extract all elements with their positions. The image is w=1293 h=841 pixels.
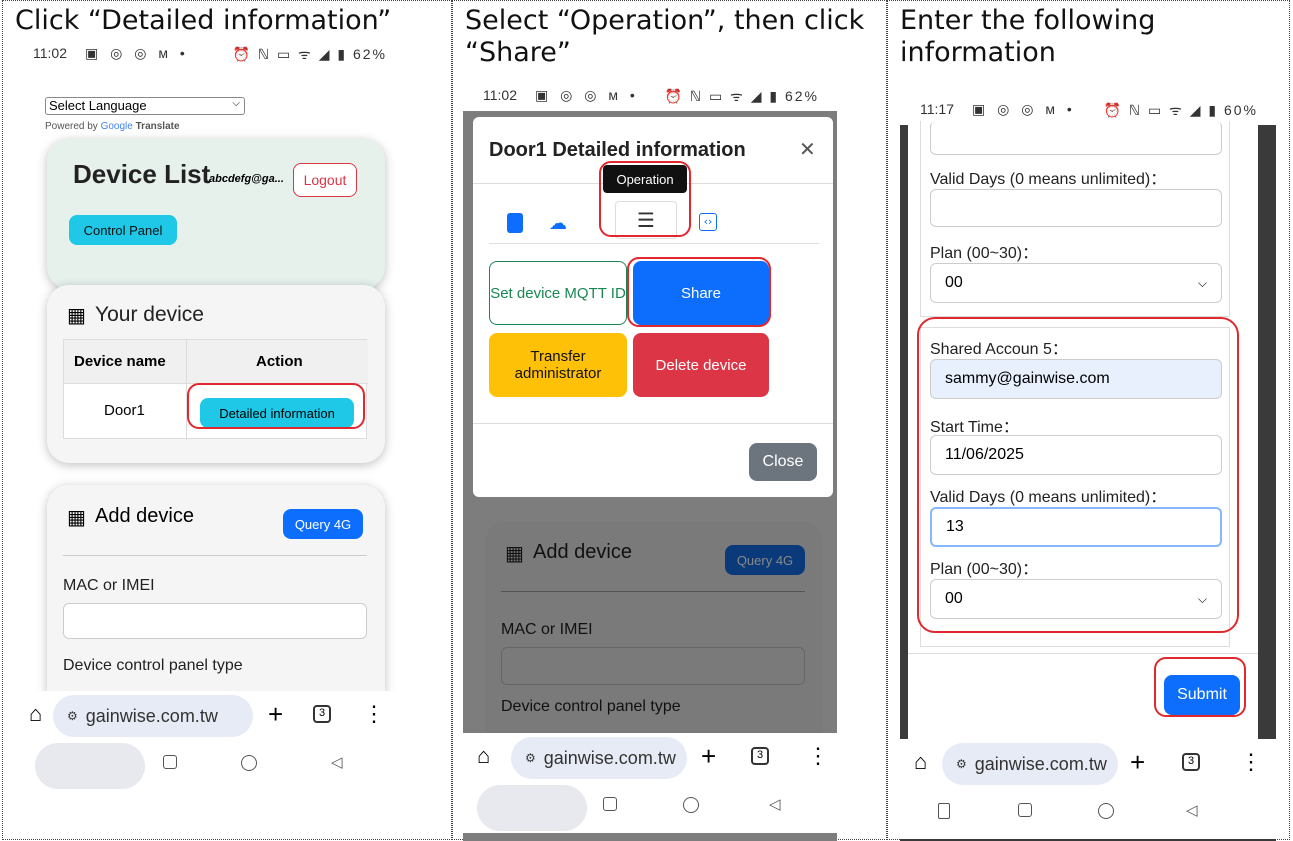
- back-icon[interactable]: ◁: [331, 753, 343, 771]
- phone-1: 11:02 ▣ ◎ ◎ ᴍ • ⏰ ℕ ▭ ᯤ ◢ ▮ 62% Select L…: [13, 39, 405, 839]
- address-bar[interactable]: ⚙ gainwise.com.tw: [942, 743, 1118, 785]
- clipboard-icon[interactable]: [507, 213, 523, 233]
- panel-1: Click “Detailed information” 11:02 ▣ ◎ ◎…: [2, 0, 452, 840]
- site-settings-icon[interactable]: ⚙: [67, 709, 78, 723]
- type-label: Device control panel type: [501, 698, 681, 715]
- control-panel-button[interactable]: Control Panel: [69, 215, 177, 245]
- device-list-card: Device List abcdefg@ga... Logout Control…: [47, 139, 385, 289]
- system-nav: ◁: [13, 741, 405, 791]
- prev-input[interactable]: [930, 121, 1222, 155]
- close-icon[interactable]: ✕: [799, 137, 816, 161]
- status-bar: 11:02 ▣ ◎ ◎ ᴍ • ⏰ ℕ ▭ ᯤ ◢ ▮ 62%: [463, 81, 837, 111]
- add-device-title: Add device: [95, 505, 194, 527]
- highlight-share: [627, 257, 771, 327]
- your-device-title: Your device: [95, 303, 204, 326]
- caption-1: Click “Detailed information”: [15, 5, 392, 36]
- browser-bar: ⌂ ⚙ gainwise.com.tw + 3 ⋮: [13, 691, 405, 741]
- home-circle-icon[interactable]: [1098, 803, 1114, 819]
- phone-2: 11:02 ▣ ◎ ◎ ᴍ • ⏰ ℕ ▭ ᯤ ◢ ▮ 62% ▦ Add de…: [463, 81, 837, 841]
- caption-3: Enter the following information: [900, 5, 1156, 68]
- panel-2: Select “Operation”, then click “Share” 1…: [452, 0, 887, 841]
- add-device-card: ▦ Add device Query 4G MAC or IMEI Device…: [47, 485, 385, 725]
- more-menu-icon[interactable]: ⋮: [1240, 749, 1262, 775]
- phone-3: 11:17 ▣ ◎ ◎ ᴍ • ⏰ ℕ ▭ ᯤ ◢ ▮ 60% Valid Da…: [900, 95, 1276, 841]
- url-text: gainwise.com.tw: [543, 747, 676, 768]
- overview-icon[interactable]: [603, 797, 617, 811]
- valid-days-input-top[interactable]: [930, 189, 1222, 227]
- device-name-cell: Door1: [104, 402, 145, 419]
- add-device-icon: ▦: [67, 505, 86, 529]
- user-email: abcdefg@ga...: [209, 173, 284, 185]
- plan-select-top[interactable]: 00 ⌵: [930, 263, 1222, 303]
- close-button[interactable]: Close: [749, 443, 817, 481]
- add-device-card-dimmed: ▦ Add device Query 4G MAC or IMEI: [485, 521, 823, 761]
- delete-device-button[interactable]: Delete device: [633, 333, 769, 397]
- modal-title: Door1 Detailed information: [489, 139, 746, 161]
- code-icon[interactable]: ‹›: [699, 213, 717, 231]
- query-4g-button[interactable]: Query 4G: [725, 545, 805, 575]
- overview-icon[interactable]: [1018, 803, 1032, 817]
- tab-count[interactable]: 3: [751, 747, 769, 765]
- url-text: gainwise.com.tw: [974, 753, 1107, 774]
- back-icon[interactable]: ◁: [1186, 801, 1198, 819]
- powered-by: Powered by Google Translate: [45, 121, 180, 132]
- highlight-detail: [187, 383, 365, 429]
- new-tab-icon[interactable]: +: [268, 699, 283, 730]
- query-4g-button[interactable]: Query 4G: [283, 509, 363, 539]
- mac-label: MAC or IMEI: [63, 577, 155, 594]
- plan-label: Plan (00~30)：: [930, 245, 1039, 262]
- recents-pill[interactable]: [477, 785, 587, 831]
- panel-3: Enter the following information 11:17 ▣ …: [887, 0, 1290, 841]
- status-bar: 11:02 ▣ ◎ ◎ ᴍ • ⏰ ℕ ▭ ᯤ ◢ ▮ 62%: [33, 45, 387, 62]
- home-circle-icon[interactable]: [683, 797, 699, 813]
- tab-count[interactable]: 3: [1182, 753, 1200, 771]
- site-settings-icon[interactable]: ⚙: [956, 757, 967, 771]
- device-grid-icon: ▦: [67, 303, 86, 327]
- new-tab-icon[interactable]: +: [701, 741, 716, 772]
- type-label: Device control panel type: [63, 657, 243, 674]
- recents-icon[interactable]: [938, 803, 950, 819]
- mac-input[interactable]: [501, 647, 805, 685]
- home-circle-icon[interactable]: [241, 755, 257, 771]
- col-action: Action: [256, 353, 303, 370]
- browser-bar: ⌂ ⚙ gainwise.com.tw + 3 ⋮: [463, 733, 837, 783]
- highlight-form: [917, 317, 1239, 633]
- site-settings-icon[interactable]: ⚙: [525, 751, 536, 765]
- system-nav: ◁: [463, 783, 837, 833]
- your-device-card: ▦ Your device Device name Action Door1 D…: [47, 285, 385, 463]
- system-nav: ◁: [900, 789, 1276, 839]
- url-text: gainwise.com.tw: [85, 705, 218, 726]
- more-menu-icon[interactable]: ⋮: [363, 701, 385, 727]
- device-list-title: Device List: [73, 159, 211, 189]
- col-device-name: Device name: [74, 353, 166, 370]
- recents-pill[interactable]: [35, 743, 145, 789]
- mac-label: MAC or IMEI: [501, 621, 593, 638]
- add-device-icon: ▦: [505, 541, 524, 565]
- home-icon[interactable]: ⌂: [477, 743, 490, 769]
- home-icon[interactable]: ⌂: [29, 701, 42, 727]
- browser-bar: ⌂ ⚙ gainwise.com.tw + 3 ⋮: [900, 739, 1276, 789]
- back-icon[interactable]: ◁: [769, 795, 781, 813]
- chevron-down-icon: ⌵: [232, 98, 240, 109]
- more-menu-icon[interactable]: ⋮: [807, 743, 829, 769]
- transfer-admin-button[interactable]: Transfer administrator: [489, 333, 627, 397]
- overview-icon[interactable]: [163, 755, 177, 769]
- upload-cloud-icon[interactable]: ☁: [549, 213, 567, 234]
- valid-days-label: Valid Days (0 means unlimited)：: [930, 171, 1167, 188]
- add-device-title: Add device: [533, 541, 632, 563]
- address-bar[interactable]: ⚙ gainwise.com.tw: [53, 695, 253, 737]
- chevron-down-icon: ⌵: [1197, 275, 1207, 290]
- highlight-submit: [1154, 657, 1246, 717]
- select-language-dropdown[interactable]: Select Language ⌵: [45, 97, 245, 115]
- caption-2: Select “Operation”, then click “Share”: [465, 5, 865, 68]
- mac-input[interactable]: [63, 603, 367, 639]
- address-bar[interactable]: ⚙ gainwise.com.tw: [511, 737, 687, 779]
- google-logo: Google: [100, 121, 133, 132]
- highlight-operation: [599, 161, 691, 237]
- set-mqtt-button[interactable]: Set device MQTT ID: [489, 261, 627, 325]
- tab-count[interactable]: 3: [313, 705, 331, 723]
- home-icon[interactable]: ⌂: [914, 749, 927, 775]
- new-tab-icon[interactable]: +: [1130, 747, 1145, 778]
- logout-button[interactable]: Logout: [293, 163, 357, 197]
